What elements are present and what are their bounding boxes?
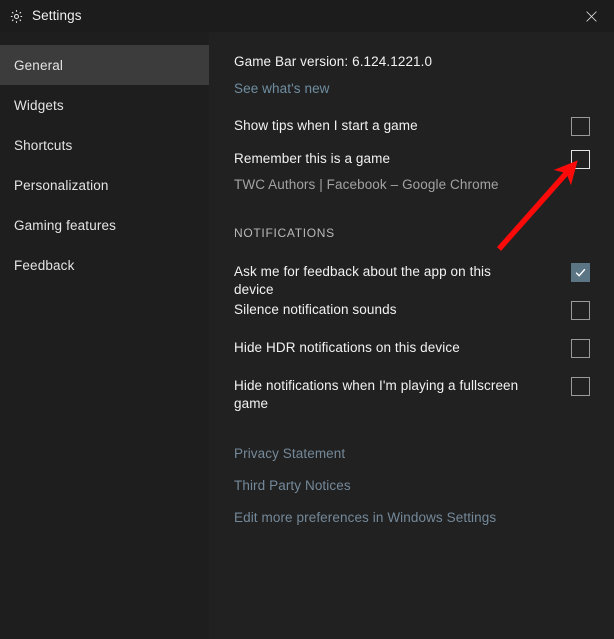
setting-row-hide-fullscreen: Hide notifications when I'm playing a fu… — [234, 377, 590, 413]
setting-row-silence-sounds: Silence notification sounds — [234, 301, 590, 320]
game-bar-version-text: Game Bar version: 6.124.1221.0 — [234, 54, 432, 69]
sidebar-item-label: Feedback — [14, 258, 75, 273]
sidebar-nav-list: General Widgets Shortcuts Personalizatio… — [0, 32, 209, 285]
hide-fullscreen-notifications-checkbox[interactable] — [571, 377, 590, 396]
close-button[interactable] — [569, 0, 614, 32]
privacy-statement-link[interactable]: Privacy Statement — [234, 446, 345, 461]
setting-row-remember-game: Remember this is a game — [234, 150, 590, 169]
notifications-section-heading: NOTIFICATIONS — [234, 226, 335, 240]
window-title: Settings — [32, 9, 82, 23]
show-tips-checkbox[interactable] — [571, 117, 590, 136]
gear-icon — [9, 9, 24, 24]
sidebar-item-label: Personalization — [14, 178, 109, 193]
setting-label: Show tips when I start a game — [234, 117, 418, 135]
setting-label: Hide HDR notifications on this device — [234, 339, 460, 357]
sidebar-item-label: Widgets — [14, 98, 64, 113]
sidebar-item-label: General — [14, 58, 63, 73]
sidebar-item-label: Shortcuts — [14, 138, 72, 153]
settings-window: Settings General Widgets Shortcuts Perso… — [0, 0, 614, 639]
hide-hdr-notifications-checkbox[interactable] — [571, 339, 590, 358]
sidebar-item-label: Gaming features — [14, 218, 116, 233]
content-panel: Game Bar version: 6.124.1221.0 See what'… — [209, 32, 614, 639]
setting-row-hide-hdr: Hide HDR notifications on this device — [234, 339, 590, 358]
sidebar-item-general[interactable]: General — [0, 45, 209, 85]
close-icon — [585, 10, 598, 23]
remember-this-is-a-game-checkbox[interactable] — [571, 150, 590, 169]
sidebar-item-personalization[interactable]: Personalization — [0, 165, 209, 205]
ask-for-feedback-checkbox[interactable] — [571, 263, 590, 282]
edit-more-preferences-link[interactable]: Edit more preferences in Windows Setting… — [234, 510, 496, 525]
setting-row-show-tips: Show tips when I start a game — [234, 117, 590, 136]
sidebar-item-widgets[interactable]: Widgets — [0, 85, 209, 125]
setting-label: Ask me for feedback about the app on thi… — [234, 263, 534, 299]
silence-notification-sounds-checkbox[interactable] — [571, 301, 590, 320]
title-bar: Settings — [0, 0, 614, 32]
see-whats-new-link[interactable]: See what's new — [234, 81, 330, 96]
check-icon — [574, 266, 587, 279]
sidebar: General Widgets Shortcuts Personalizatio… — [0, 32, 209, 639]
remember-game-sublabel: TWC Authors | Facebook – Google Chrome — [234, 177, 499, 192]
setting-row-ask-feedback: Ask me for feedback about the app on thi… — [234, 263, 590, 299]
setting-label: Hide notifications when I'm playing a fu… — [234, 377, 530, 413]
sidebar-item-gaming-features[interactable]: Gaming features — [0, 205, 209, 245]
title-bar-left: Settings — [9, 0, 82, 32]
sidebar-item-shortcuts[interactable]: Shortcuts — [0, 125, 209, 165]
sidebar-item-feedback[interactable]: Feedback — [0, 245, 209, 285]
setting-label: Silence notification sounds — [234, 301, 397, 319]
setting-label: Remember this is a game — [234, 150, 390, 168]
third-party-notices-link[interactable]: Third Party Notices — [234, 478, 351, 493]
